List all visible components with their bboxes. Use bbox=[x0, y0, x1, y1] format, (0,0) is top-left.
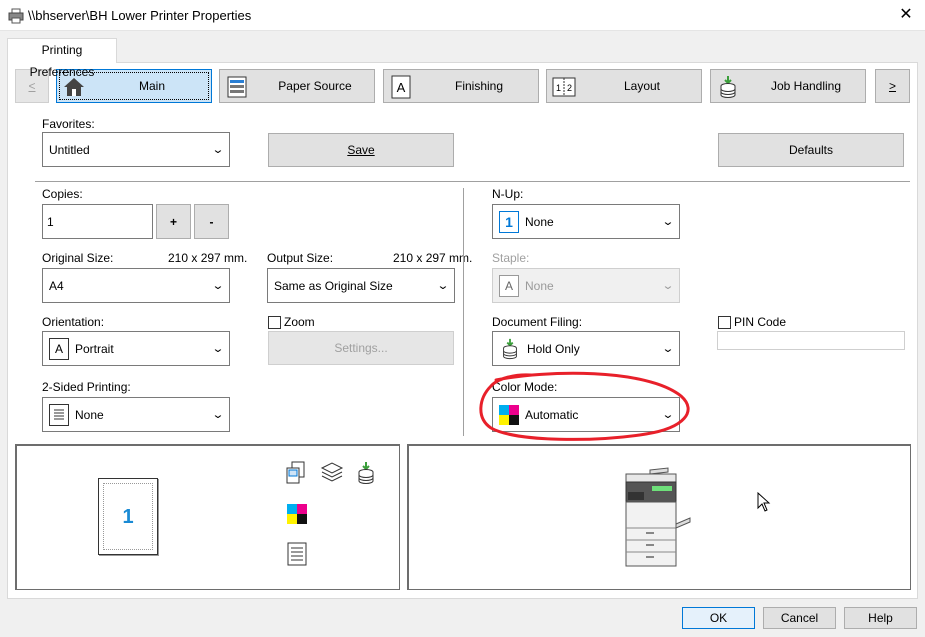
nup-label: N-Up: bbox=[492, 187, 524, 201]
document-icon bbox=[49, 403, 69, 426]
svg-text:2: 2 bbox=[567, 83, 572, 93]
output-size-select[interactable]: Same as Original Size ⌄ bbox=[267, 268, 455, 303]
nup-icon: 1 bbox=[499, 210, 519, 233]
copies-minus-button[interactable]: - bbox=[194, 204, 229, 239]
save-button[interactable]: Save bbox=[268, 133, 454, 167]
favorites-select[interactable]: Untitled ⌄ bbox=[42, 132, 230, 167]
title-bar: \\bhserver\BH Lower Printer Properties ✕ bbox=[0, 0, 925, 31]
red-annotation-circle bbox=[479, 371, 690, 441]
chevron-down-icon: ⌄ bbox=[661, 216, 675, 228]
original-size-select[interactable]: A4 ⌄ bbox=[42, 268, 230, 303]
staple-select[interactable]: A None ⌄ bbox=[492, 268, 680, 303]
mouse-cursor-icon bbox=[757, 492, 771, 512]
nav-job-handling-button[interactable]: Job Handling bbox=[710, 69, 866, 103]
close-button[interactable]: ✕ bbox=[895, 5, 917, 25]
original-size-dims: 210 x 297 mm. bbox=[168, 251, 248, 265]
zoom-settings-button[interactable]: Settings... bbox=[268, 331, 454, 365]
document-filing-label: Document Filing: bbox=[492, 315, 583, 329]
copies-input[interactable]: 1 bbox=[42, 204, 153, 239]
window-title: \\bhserver\BH Lower Printer Properties bbox=[28, 8, 252, 23]
defaults-button[interactable]: Defaults bbox=[718, 133, 904, 167]
page-thumbnail: 1 bbox=[98, 478, 158, 555]
two-sided-select[interactable]: None ⌄ bbox=[42, 397, 230, 432]
pin-code-input[interactable] bbox=[717, 331, 905, 350]
nup-copies-icon bbox=[286, 461, 305, 484]
cancel-button[interactable]: Cancel bbox=[763, 607, 836, 629]
document-filing-select[interactable]: Hold Only ⌄ bbox=[492, 331, 680, 366]
nav-layout-button[interactable]: 1 2 Layout bbox=[546, 69, 702, 103]
chevron-down-icon: ⌄ bbox=[661, 343, 675, 355]
orientation-label: Orientation: bbox=[42, 315, 105, 329]
two-sided-label: 2-Sided Printing: bbox=[42, 380, 131, 394]
chevron-down-icon: ⌄ bbox=[211, 144, 225, 156]
divider bbox=[35, 181, 910, 182]
tab-printing-preferences[interactable]: Printing Preferences bbox=[7, 38, 117, 79]
output-size-dims: 210 x 297 mm. bbox=[393, 251, 473, 265]
pin-code-label: PIN Code bbox=[734, 315, 787, 329]
favorites-label: Favorites: bbox=[42, 117, 95, 131]
nav-finishing-button[interactable]: A Finishing bbox=[383, 69, 539, 103]
hold-only-icon bbox=[503, 338, 517, 359]
printer-illustration-icon bbox=[625, 467, 691, 567]
document-icon bbox=[287, 542, 307, 566]
original-size-label: Original Size: bbox=[42, 251, 114, 265]
job-handling-icon bbox=[720, 76, 736, 98]
chevron-down-icon: ⌄ bbox=[436, 280, 450, 292]
color-icon bbox=[287, 504, 307, 524]
help-button[interactable]: Help bbox=[844, 607, 917, 629]
page-number: 1 bbox=[122, 506, 134, 528]
portrait-icon: A bbox=[49, 337, 69, 360]
printer-icon bbox=[8, 8, 24, 24]
chevron-down-icon: ⌄ bbox=[211, 280, 225, 292]
nav-paper-source-button[interactable]: Paper Source bbox=[219, 69, 375, 103]
ok-button[interactable]: OK bbox=[682, 607, 755, 629]
nup-select[interactable]: 1 None ⌄ bbox=[492, 204, 680, 239]
copies-plus-button[interactable]: + bbox=[156, 204, 191, 239]
stack-icon bbox=[320, 462, 344, 482]
output-size-label: Output Size: bbox=[267, 251, 334, 265]
copies-label: Copies: bbox=[42, 187, 83, 201]
paper-source-icon bbox=[227, 76, 247, 98]
svg-text:A: A bbox=[397, 80, 406, 95]
job-handling-icon bbox=[358, 462, 374, 484]
column-divider bbox=[463, 188, 464, 436]
nav-next-button[interactable]: > bbox=[875, 69, 910, 103]
layout-icon: 1 2 bbox=[552, 77, 576, 97]
chevron-down-icon: ⌄ bbox=[661, 280, 675, 292]
zoom-label: Zoom bbox=[284, 315, 315, 329]
staple-icon: A bbox=[499, 274, 519, 297]
orientation-select[interactable]: A Portrait ⌄ bbox=[42, 331, 230, 366]
pin-code-checkbox[interactable] bbox=[718, 316, 731, 329]
staple-label: Staple: bbox=[492, 251, 530, 265]
finishing-icon: A bbox=[391, 75, 411, 99]
chevron-down-icon: ⌄ bbox=[211, 343, 225, 355]
chevron-down-icon: ⌄ bbox=[211, 409, 225, 421]
svg-text:1: 1 bbox=[556, 83, 561, 93]
zoom-checkbox[interactable] bbox=[268, 316, 281, 329]
